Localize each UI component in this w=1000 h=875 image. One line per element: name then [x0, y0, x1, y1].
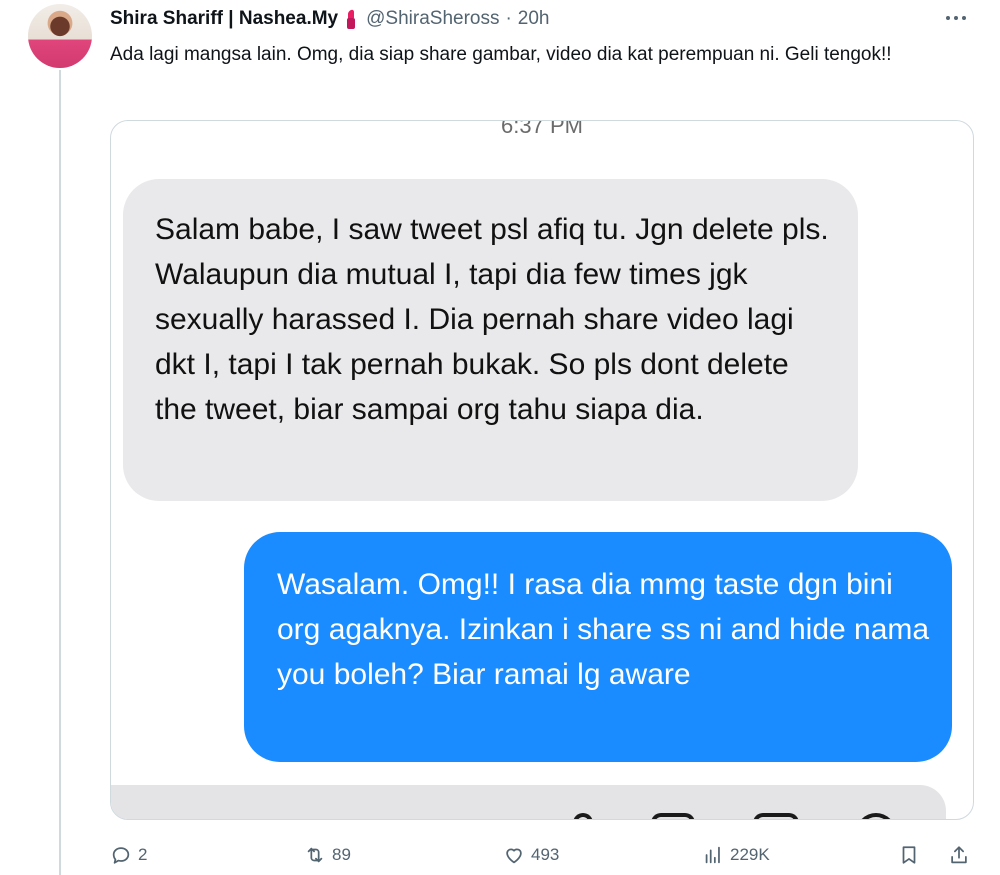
message-input-bar [111, 785, 946, 819]
thread-line [59, 70, 61, 875]
like-button[interactable]: 493 [503, 842, 559, 868]
retweet-count: 89 [332, 845, 351, 864]
separator-dot: · [505, 8, 512, 29]
display-name[interactable]: Shira Shariff | Nashea.My [110, 8, 338, 30]
tweet-actions: 2 89 493 229K [110, 842, 975, 868]
tweet-header: Shira Shariff | Nashea.My @ShiraSheross … [110, 6, 550, 32]
share-button[interactable] [948, 842, 970, 868]
user-handle[interactable]: @ShiraSheross [366, 8, 499, 30]
tweet-text: Ada lagi mangsa lain. Omg, dia siap shar… [110, 44, 892, 65]
message-timestamp: 6:37 PM [501, 120, 583, 138]
like-count: 493 [531, 845, 560, 864]
views-icon [705, 846, 720, 864]
input-icon [856, 813, 896, 819]
views-count: 229K [730, 845, 770, 864]
input-icon [573, 813, 593, 819]
retweet-icon [307, 847, 323, 863]
reply-count: 2 [138, 845, 148, 864]
received-message-bubble: Salam babe, I saw tweet psl afiq tu. Jgn… [123, 179, 858, 501]
like-icon [506, 848, 522, 864]
sent-message-bubble: Wasalam. Omg!! I rasa dia mmg taste dgn … [244, 532, 952, 762]
tweet-timestamp[interactable]: 20h [518, 8, 550, 30]
share-icon [951, 846, 967, 864]
input-icon [753, 813, 799, 819]
bookmark-button[interactable] [898, 842, 920, 868]
reply-icon [112, 847, 130, 864]
bookmark-icon [902, 846, 916, 864]
avatar[interactable] [28, 4, 92, 68]
tweet-media-screenshot[interactable]: 6:37 PM Salam babe, I saw tweet psl afiq… [110, 120, 974, 820]
lipstick-icon [344, 8, 358, 29]
reply-button[interactable]: 2 [110, 842, 147, 868]
retweet-button[interactable]: 89 [304, 842, 351, 868]
more-icon[interactable] [942, 8, 970, 28]
input-icon [651, 813, 695, 819]
views-button[interactable]: 229K [702, 842, 770, 868]
